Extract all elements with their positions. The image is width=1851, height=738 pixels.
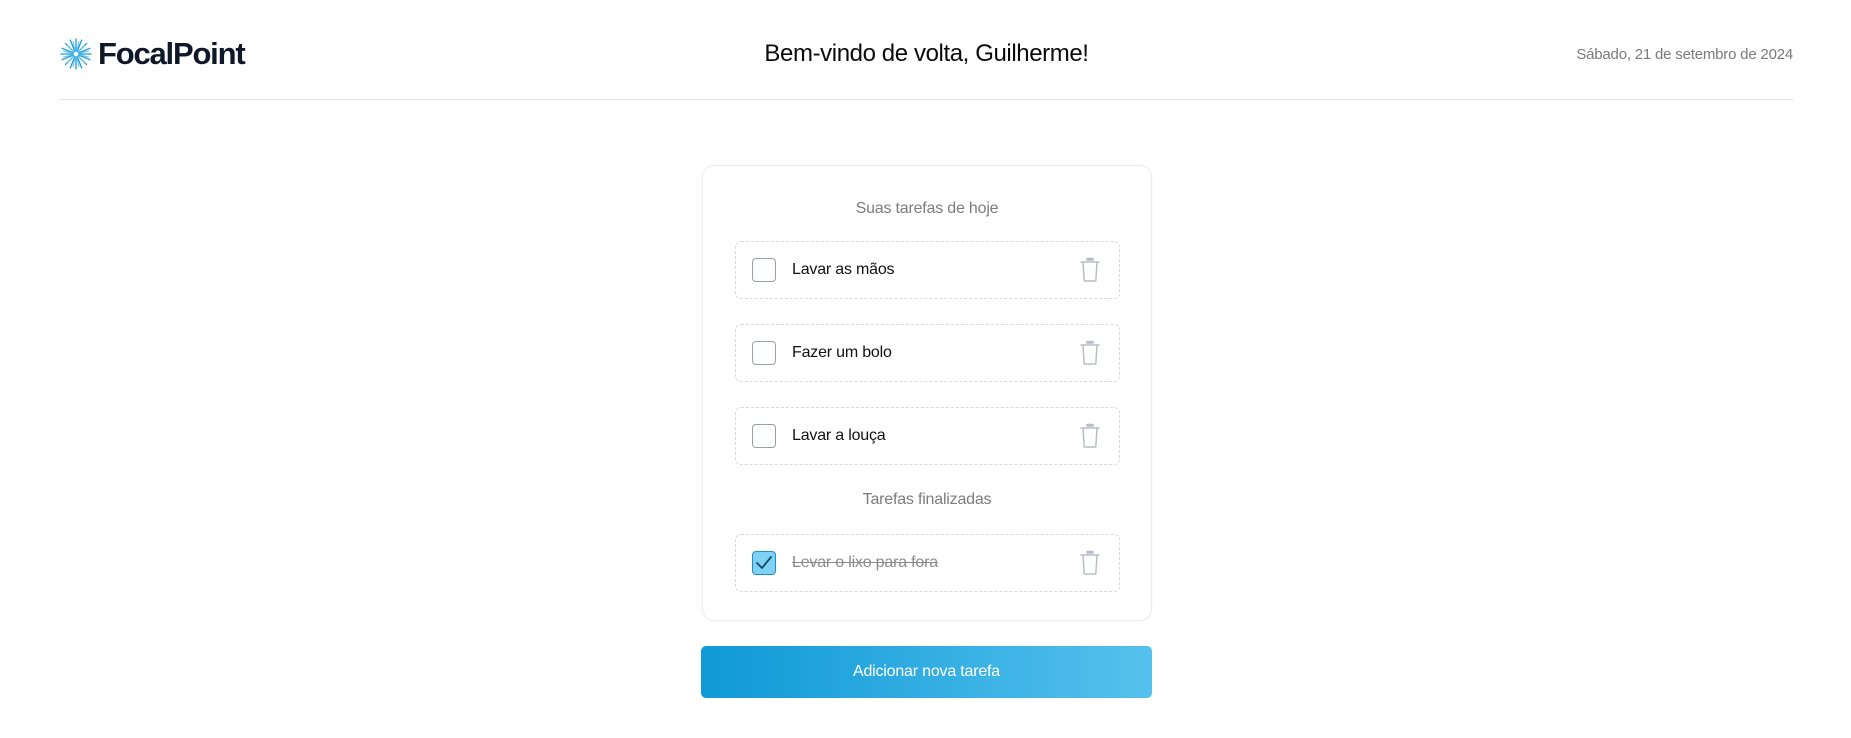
starburst-logo-icon <box>60 38 92 70</box>
task-checkbox[interactable] <box>752 258 776 282</box>
task-item: Lavar a louça <box>735 407 1120 465</box>
task-checkbox[interactable] <box>752 424 776 448</box>
task-label: Fazer um bolo <box>792 344 892 361</box>
logo[interactable]: FocalPoint <box>60 34 246 74</box>
task-card: Suas tarefas de hoje Lavar as mãos Fazer… <box>702 165 1152 621</box>
task-checkbox[interactable] <box>752 341 776 365</box>
task-label: Levar o lixo para fora <box>792 554 938 571</box>
trash-icon[interactable] <box>1079 550 1101 576</box>
task-checkbox-checked[interactable] <box>752 551 776 575</box>
trash-icon[interactable] <box>1079 340 1101 366</box>
task-label: Lavar a louça <box>792 427 886 444</box>
trash-icon[interactable] <box>1079 257 1101 283</box>
finished-tasks-title: Tarefas finalizadas <box>862 491 992 508</box>
task-label: Lavar as mãos <box>792 261 895 278</box>
page-header: FocalPoint Bem-vindo de volta, Guilherme… <box>60 0 1793 100</box>
task-item-completed: Levar o lixo para fora <box>735 534 1120 592</box>
checkmark-icon <box>756 556 772 569</box>
logo-text: FocalPoint <box>98 36 246 71</box>
welcome-message: Bem-vindo de volta, Guilherme! <box>764 40 1089 67</box>
task-item: Lavar as mãos <box>735 241 1120 299</box>
add-task-button[interactable]: Adicionar nova tarefa <box>701 646 1152 698</box>
task-item: Fazer um bolo <box>735 324 1120 382</box>
pending-tasks-title: Suas tarefas de hoje <box>855 200 999 217</box>
trash-icon[interactable] <box>1079 423 1101 449</box>
current-date: Sábado, 21 de setembro de 2024 <box>1576 46 1793 63</box>
